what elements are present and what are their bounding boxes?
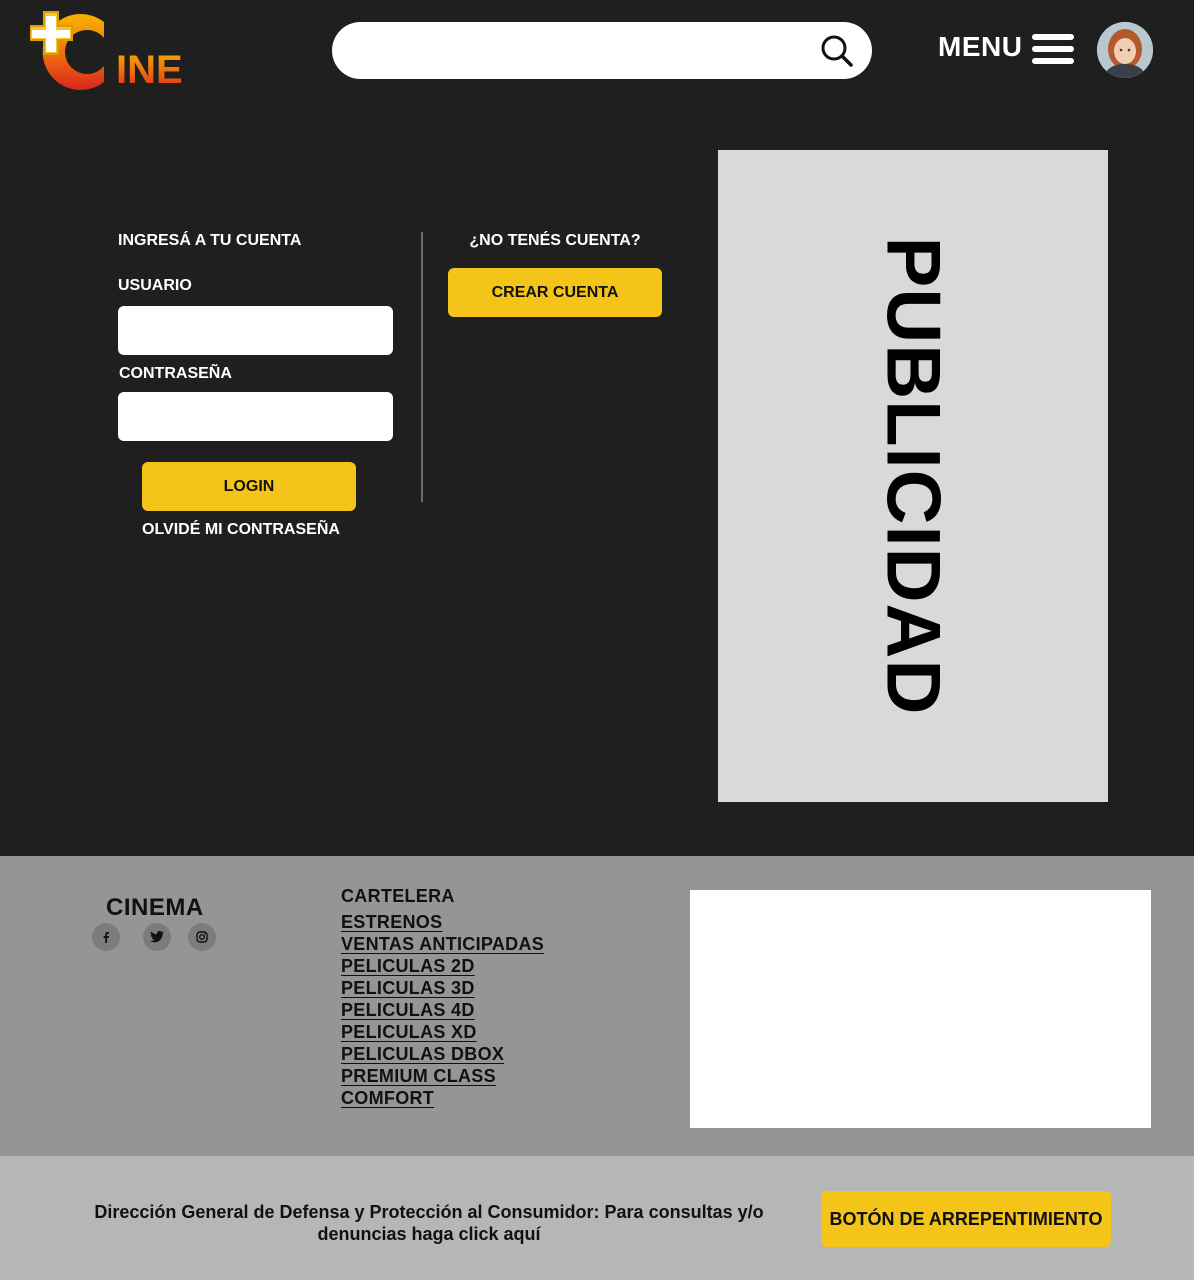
consumer-protection-link[interactable]: Dirección General de Defensa y Protecció… (80, 1201, 778, 1245)
login-button[interactable]: LOGIN (142, 462, 356, 511)
footer: CINEMA CARTELERA ESTRENOS VENTAS ANTICIP… (0, 856, 1194, 1156)
link-comfort[interactable]: COMFORT (341, 1088, 434, 1108)
search-input[interactable] (356, 34, 816, 66)
link-premium-class[interactable]: PREMIUM CLASS (341, 1066, 496, 1086)
login-title: INGRESÁ A TU CUENTA (118, 232, 302, 249)
billboard-links: ESTRENOS VENTAS ANTICIPADAS PELICULAS 2D… (341, 912, 544, 1110)
search-bar[interactable] (332, 22, 872, 79)
link-ventas-anticipadas[interactable]: VENTAS ANTICIPADAS (341, 934, 544, 954)
regret-button[interactable]: BOTÓN DE ARREPENTIMIENTO (821, 1191, 1111, 1247)
footer-brand: CINEMA (106, 894, 204, 921)
list-item: ESTRENOS (341, 912, 544, 934)
header: INE MENU (0, 0, 1194, 100)
bottom-bar: Dirección General de Defensa y Protecció… (0, 1156, 1194, 1280)
ad-banner[interactable]: PUBLICIDAD (718, 150, 1108, 802)
link-peliculas-4d[interactable]: PELICULAS 4D (341, 1000, 475, 1020)
hamburger-icon[interactable] (1032, 34, 1076, 66)
list-item: PELICULAS 4D (341, 1000, 544, 1022)
ad-label: PUBLICIDAD (870, 236, 956, 716)
list-item: VENTAS ANTICIPADAS (341, 934, 544, 956)
avatar[interactable] (1097, 22, 1153, 78)
link-peliculas-3d[interactable]: PELICULAS 3D (341, 978, 475, 998)
twitter-icon[interactable] (143, 923, 171, 951)
password-label: CONTRASEÑA (119, 365, 232, 382)
consumer-line-2: denuncias haga click aquí (317, 1224, 541, 1244)
username-label: USUARIO (118, 277, 192, 294)
list-item: PREMIUM CLASS (341, 1066, 544, 1088)
facebook-icon[interactable] (92, 923, 120, 951)
menu-label[interactable]: MENU (938, 31, 1022, 63)
list-item: COMFORT (341, 1088, 544, 1110)
link-peliculas-xd[interactable]: PELICULAS XD (341, 1022, 477, 1042)
list-item: PELICULAS DBOX (341, 1044, 544, 1066)
link-estrenos[interactable]: ESTRENOS (341, 912, 442, 932)
billboard-title: CARTELERA (341, 886, 455, 906)
search-icon[interactable] (820, 34, 854, 68)
logo[interactable]: INE (29, 10, 202, 92)
instagram-icon[interactable] (188, 923, 216, 951)
password-field[interactable] (118, 392, 393, 441)
list-item: PELICULAS 3D (341, 978, 544, 1000)
create-account-button[interactable]: CREAR CUENTA (448, 268, 662, 317)
list-item: PELICULAS XD (341, 1022, 544, 1044)
list-item: PELICULAS 2D (341, 956, 544, 978)
logo-plus-icon: INE (29, 11, 183, 92)
username-field[interactable] (118, 306, 393, 355)
no-account-prompt: ¿NO TENÉS CUENTA? (469, 232, 641, 249)
divider (421, 232, 423, 502)
footer-content-box (690, 890, 1151, 1128)
user-avatar-icon (1097, 22, 1153, 78)
link-peliculas-dbox[interactable]: PELICULAS DBOX (341, 1044, 504, 1064)
consumer-line-1: Dirección General de Defensa y Protecció… (94, 1202, 764, 1222)
forgot-password-link[interactable]: OLVIDÉ MI CONTRASEÑA (142, 521, 340, 539)
link-peliculas-2d[interactable]: PELICULAS 2D (341, 956, 475, 976)
svg-text:INE: INE (116, 48, 183, 92)
